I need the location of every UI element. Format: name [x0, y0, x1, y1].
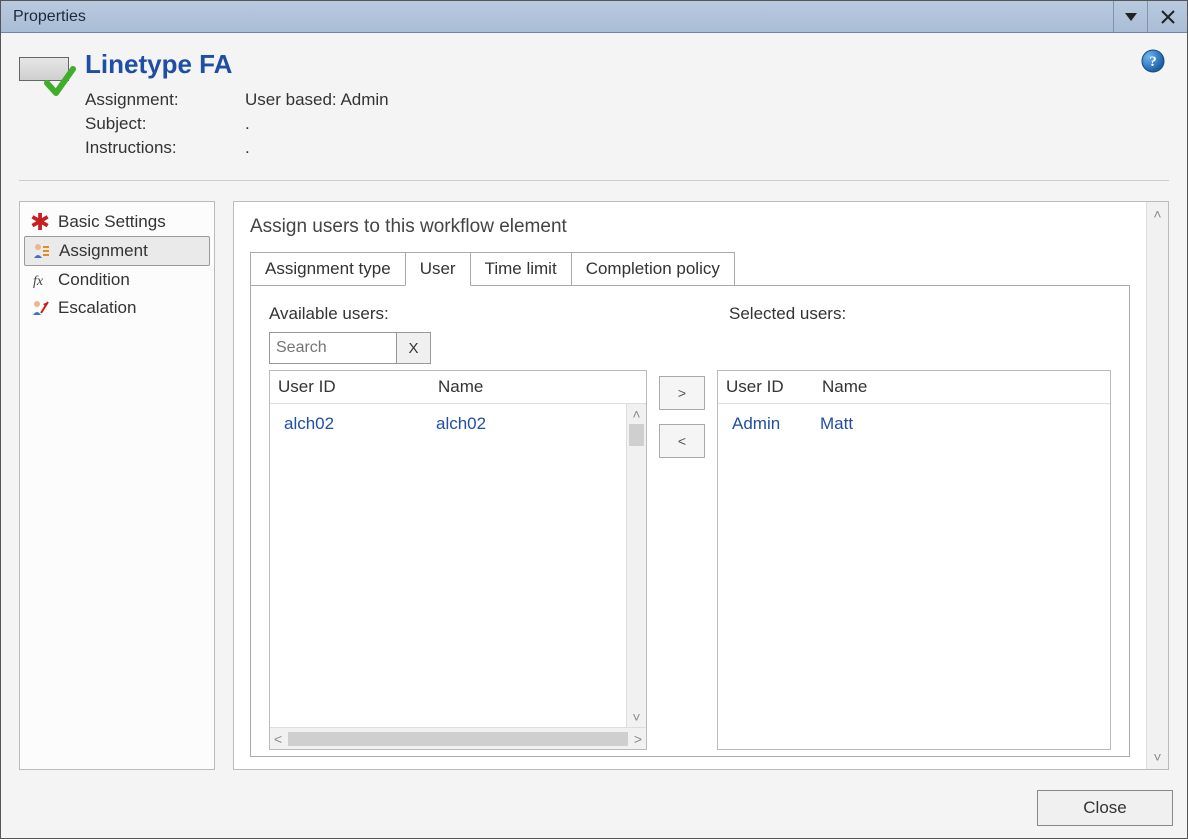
- available-row-id: alch02: [284, 414, 436, 434]
- sidebar-item-escalation[interactable]: Escalation: [24, 294, 210, 322]
- escalation-icon: [30, 298, 50, 318]
- tab-row: Assignment type User Time limit Completi…: [250, 252, 1130, 286]
- user-assignment-icon: [31, 241, 51, 261]
- sidebar-item-condition[interactable]: fx Condition: [24, 266, 210, 294]
- scroll-down-icon: ˅: [632, 709, 640, 725]
- sidebar-item-label: Basic Settings: [58, 212, 166, 232]
- subject-value: .: [245, 114, 389, 134]
- assignment-value: User based: Admin: [245, 90, 389, 110]
- tab-completion-policy[interactable]: Completion policy: [571, 252, 735, 286]
- move-buttons: > <: [659, 332, 705, 750]
- tab-time-limit[interactable]: Time limit: [470, 252, 572, 286]
- selected-col-name[interactable]: Name: [822, 377, 1102, 397]
- properties-window: Properties: [0, 0, 1188, 839]
- available-row-name: alch02: [436, 414, 632, 434]
- workflow-element-icon: [19, 57, 71, 99]
- sidebar-item-label: Condition: [58, 270, 130, 290]
- scroll-down-icon: ˅: [1153, 749, 1161, 765]
- list-item[interactable]: alch02 alch02: [278, 412, 638, 436]
- function-icon: fx: [30, 270, 50, 290]
- help-button[interactable]: ?: [1141, 49, 1165, 73]
- scroll-up-icon: ˄: [632, 406, 640, 422]
- element-title: Linetype FA: [85, 49, 389, 80]
- available-horizontal-scrollbar[interactable]: < >: [270, 727, 646, 749]
- titlebar-controls: [1113, 1, 1187, 32]
- available-users-label: Available users:: [269, 304, 669, 324]
- scroll-thumb[interactable]: [288, 732, 628, 746]
- titlebar-dropdown-button[interactable]: [1113, 1, 1147, 32]
- subject-label: Subject:: [85, 114, 235, 134]
- scroll-up-icon: ˄: [1153, 206, 1161, 222]
- close-button[interactable]: Close: [1037, 790, 1173, 826]
- content-title: Assign users to this workflow element: [250, 216, 1130, 238]
- available-vertical-scrollbar[interactable]: ˄ ˅: [626, 404, 646, 727]
- add-user-button[interactable]: >: [659, 376, 705, 410]
- sidebar: ✱ Basic Settings Assignment: [19, 201, 215, 770]
- search-clear-button[interactable]: X: [397, 332, 431, 364]
- tab-content: Available users: Selected users: X: [250, 285, 1130, 757]
- selected-users-label: Selected users:: [729, 304, 1111, 324]
- sidebar-item-basic-settings[interactable]: ✱ Basic Settings: [24, 208, 210, 236]
- content-panel: Assign users to this workflow element As…: [233, 201, 1169, 770]
- remove-user-button[interactable]: <: [659, 424, 705, 458]
- titlebar-close-button[interactable]: [1147, 1, 1187, 32]
- available-col-userid[interactable]: User ID: [278, 377, 438, 397]
- assignment-label: Assignment:: [85, 90, 235, 110]
- instructions-label: Instructions:: [85, 138, 235, 158]
- help-icon: ?: [1141, 49, 1165, 73]
- scroll-thumb[interactable]: [629, 424, 644, 446]
- window-title: Properties: [13, 8, 86, 26]
- svg-text:fx: fx: [33, 274, 44, 289]
- svg-text:✱: ✱: [31, 213, 49, 231]
- selected-row-id: Admin: [732, 414, 820, 434]
- close-icon: [1160, 9, 1176, 25]
- svg-text:?: ?: [1149, 54, 1157, 70]
- tab-assignment-type[interactable]: Assignment type: [250, 252, 406, 286]
- content-vertical-scrollbar[interactable]: ˄ ˅: [1146, 202, 1168, 769]
- instructions-value: .: [245, 138, 389, 158]
- sidebar-item-assignment[interactable]: Assignment: [24, 236, 210, 266]
- scroll-right-icon: >: [634, 731, 642, 747]
- chevron-down-icon: [1125, 13, 1137, 21]
- tab-user[interactable]: User: [405, 252, 471, 286]
- list-item[interactable]: Admin Matt: [726, 412, 1102, 436]
- sidebar-item-label: Assignment: [59, 241, 148, 261]
- footer: Close: [1, 780, 1187, 838]
- sidebar-item-label: Escalation: [58, 298, 136, 318]
- asterisk-icon: ✱: [30, 212, 50, 232]
- checkmark-icon: [43, 65, 77, 99]
- header: Linetype FA Assignment: User based: Admi…: [1, 33, 1187, 172]
- available-col-name[interactable]: Name: [438, 377, 638, 397]
- body: ✱ Basic Settings Assignment: [1, 181, 1187, 780]
- selected-users-list: User ID Name Admin Matt: [717, 370, 1111, 750]
- available-users-list: User ID Name alch02 alch02: [269, 370, 647, 750]
- selected-col-userid[interactable]: User ID: [726, 377, 822, 397]
- scroll-left-icon: <: [274, 731, 282, 747]
- selected-row-name: Matt: [820, 414, 1096, 434]
- search-input[interactable]: [269, 332, 397, 364]
- titlebar: Properties: [1, 1, 1187, 33]
